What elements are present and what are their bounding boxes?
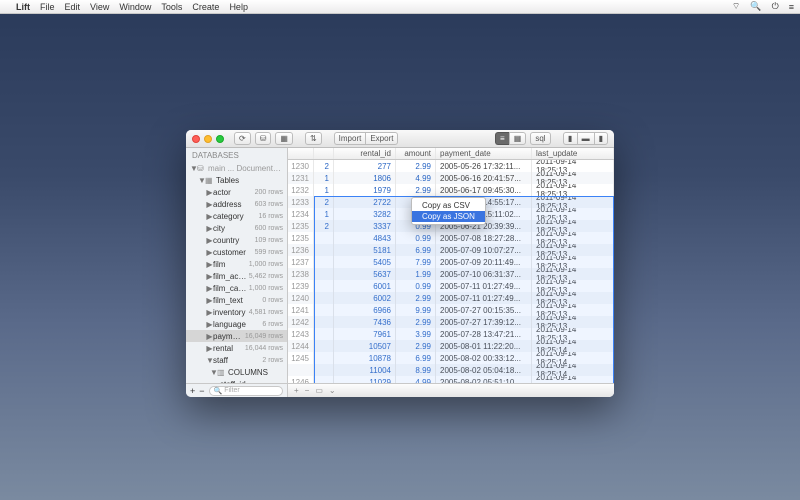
sidebar-item-film[interactable]: ▶ film 1,000 rows bbox=[186, 258, 287, 270]
menu-help[interactable]: Help bbox=[229, 2, 248, 12]
columns-icon: ▥ bbox=[217, 368, 226, 377]
table-row[interactable]: 1240 6002 2.99 2005-07-11 01:27:49... 20… bbox=[288, 292, 614, 304]
table-row[interactable]: 1231 1 1806 4.99 2005-06-16 20:41:57... … bbox=[288, 172, 614, 184]
menu-extra-icon[interactable]: ≡ bbox=[789, 2, 794, 12]
context-menu[interactable]: Copy as CSVCopy as JSON bbox=[411, 197, 486, 225]
sidebar-item-film_category[interactable]: ▶ film_category 1,000 rows bbox=[186, 282, 287, 294]
table-row[interactable]: 1235 4843 0.99 2005-07-08 18:27:28... 20… bbox=[288, 232, 614, 244]
sidebar-item-inventory[interactable]: ▶ inventory 4,581 rows bbox=[186, 306, 287, 318]
sidebar-item-payment[interactable]: ▶ payment 16,049 rows bbox=[186, 330, 287, 342]
col-header[interactable] bbox=[314, 148, 334, 159]
col-header-amount[interactable]: amount bbox=[396, 148, 436, 159]
dropdown-icon[interactable]: ⌄ bbox=[329, 386, 336, 395]
table-row[interactable]: 1242 7436 2.99 2005-07-27 17:39:12... 20… bbox=[288, 316, 614, 328]
data-grid: rental_id amount payment_date last_updat… bbox=[288, 148, 614, 397]
remove-row-button[interactable]: − bbox=[305, 386, 310, 395]
view-grid-button[interactable]: ▦ bbox=[509, 132, 527, 145]
table-body[interactable]: 1230 2 277 2.99 2005-05-26 17:32:11... 2… bbox=[288, 160, 614, 383]
menu-edit[interactable]: Edit bbox=[65, 2, 81, 12]
sidebar-item-address[interactable]: ▶ address 603 rows bbox=[186, 198, 287, 210]
add-button[interactable]: + bbox=[190, 386, 195, 396]
minimize-button[interactable] bbox=[204, 135, 212, 143]
sidebar-item-city[interactable]: ▶ city 600 rows bbox=[186, 222, 287, 234]
filter-button[interactable]: ⇅ bbox=[305, 132, 322, 145]
sidebar-item-rental[interactable]: ▶ rental 16,044 rows bbox=[186, 342, 287, 354]
search-icon[interactable]: 🔍 bbox=[750, 1, 761, 12]
table-row[interactable]: 1236 5181 6.99 2005-07-09 10:07:27... 20… bbox=[288, 244, 614, 256]
pane-left-button[interactable]: ▮ bbox=[563, 132, 577, 145]
col-header-last-update[interactable]: last_update bbox=[532, 148, 614, 159]
sidebar-item-actor[interactable]: ▶ actor 200 rows bbox=[186, 186, 287, 198]
control-center-icon[interactable]: ⏻ bbox=[772, 1, 779, 12]
app-window: ⟳ ⛁ ▦ ⇅ Import Export ≡ ▦ sql ▮ ▬ ▮ Data… bbox=[186, 130, 614, 397]
table-row[interactable]: 1230 2 277 2.99 2005-05-26 17:32:11... 2… bbox=[288, 160, 614, 172]
filter-input[interactable]: 🔍 Filter bbox=[209, 386, 283, 396]
sidebar-item-category[interactable]: ▶ category 16 rows bbox=[186, 210, 287, 222]
pane-right-button[interactable]: ▮ bbox=[594, 132, 608, 145]
sidebar-item-customer[interactable]: ▶ customer 599 rows bbox=[186, 246, 287, 258]
system-menubar: Lift File Edit View Window Tools Create Help ⌔… bbox=[0, 0, 800, 14]
table-row[interactable]: 1244 10507 2.99 2005-08-01 11:22:20... 2… bbox=[288, 340, 614, 352]
footer-icon[interactable]: ▭ bbox=[315, 386, 323, 395]
table-row[interactable]: 1241 6966 9.99 2005-07-27 00:15:35... 20… bbox=[288, 304, 614, 316]
menu-window[interactable]: Window bbox=[119, 2, 151, 12]
table-row[interactable]: 1239 6001 0.99 2005-07-11 01:27:49... 20… bbox=[288, 280, 614, 292]
database-node[interactable]: ▼⛁ main ... Documents/Sakila.sqlite3 bbox=[186, 162, 287, 174]
import-button[interactable]: Import bbox=[334, 132, 366, 145]
menu-tools[interactable]: Tools bbox=[161, 2, 182, 12]
table-row[interactable]: 1245 10878 6.99 2005-08-02 00:33:12... 2… bbox=[288, 352, 614, 364]
context-menu-item[interactable]: Copy as JSON bbox=[412, 211, 485, 222]
context-menu-item[interactable]: Copy as CSV bbox=[412, 200, 485, 211]
refresh-button[interactable]: ⟳ bbox=[234, 132, 251, 145]
sidebar-header: Databases bbox=[186, 148, 287, 162]
sidebar-footer: + − 🔍 Filter bbox=[186, 383, 287, 397]
table-row[interactable]: 1237 5405 7.99 2005-07-09 20:11:49... 20… bbox=[288, 256, 614, 268]
app-menu[interactable]: Lift bbox=[16, 2, 30, 12]
sidebar-item-country[interactable]: ▶ country 109 rows bbox=[186, 234, 287, 246]
close-button[interactable] bbox=[192, 135, 200, 143]
add-row-button[interactable]: + bbox=[294, 386, 299, 395]
menu-view[interactable]: View bbox=[90, 2, 109, 12]
tables-node[interactable]: ▼▦ Tables bbox=[186, 174, 287, 186]
sql-button[interactable]: sql bbox=[530, 132, 550, 145]
search-icon: 🔍 bbox=[214, 387, 223, 395]
menu-create[interactable]: Create bbox=[192, 2, 219, 12]
menu-file[interactable]: File bbox=[40, 2, 55, 12]
columns-node[interactable]: ▼▥ COLUMNS bbox=[186, 366, 287, 378]
zoom-button[interactable] bbox=[216, 135, 224, 143]
folder-icon: ▦ bbox=[205, 176, 214, 185]
db-button[interactable]: ⛁ bbox=[255, 132, 272, 145]
table-footer: + − ▭ ⌄ bbox=[288, 383, 614, 397]
table-row[interactable]: 11004 8.99 2005-08-02 05:04:18... 2011-0… bbox=[288, 364, 614, 376]
table-row[interactable]: 1238 5637 1.99 2005-07-10 06:31:37... 20… bbox=[288, 268, 614, 280]
window-toolbar: ⟳ ⛁ ▦ ⇅ Import Export ≡ ▦ sql ▮ ▬ ▮ bbox=[186, 130, 614, 148]
view-list-button[interactable]: ≡ bbox=[495, 132, 509, 145]
gutter-header bbox=[288, 148, 314, 159]
database-icon: ⛁ bbox=[197, 164, 206, 173]
table-row[interactable]: 1243 7961 3.99 2005-07-28 13:47:21... 20… bbox=[288, 328, 614, 340]
sidebar-item-film_text[interactable]: ▶ film_text 0 rows bbox=[186, 294, 287, 306]
export-button[interactable]: Export bbox=[365, 132, 398, 145]
table-row[interactable]: 1246 11029 4.99 2005-08-02 05:51:10... 2… bbox=[288, 376, 614, 383]
sidebar: Databases ▼⛁ main ... Documents/Sakila.s… bbox=[186, 148, 288, 397]
col-header-payment-date[interactable]: payment_date bbox=[436, 148, 532, 159]
wifi-icon[interactable]: ⌔ bbox=[732, 1, 740, 12]
sidebar-item-staff[interactable]: ▼ staff 2 rows bbox=[186, 354, 287, 366]
sidebar-tree: ▼⛁ main ... Documents/Sakila.sqlite3 ▼▦ … bbox=[186, 162, 287, 383]
pane-bottom-button[interactable]: ▬ bbox=[577, 132, 594, 145]
remove-button[interactable]: − bbox=[199, 386, 204, 396]
table-row[interactable]: 1232 1 1979 2.99 2005-06-17 09:45:30... … bbox=[288, 184, 614, 196]
col-header-rental-id[interactable]: rental_id bbox=[334, 148, 396, 159]
column-headers[interactable]: rental_id amount payment_date last_updat… bbox=[288, 148, 614, 160]
sidebar-item-language[interactable]: ▶ language 6 rows bbox=[186, 318, 287, 330]
table-button[interactable]: ▦ bbox=[275, 132, 293, 145]
sidebar-item-film_actor[interactable]: ▶ film_actor 5,462 rows bbox=[186, 270, 287, 282]
